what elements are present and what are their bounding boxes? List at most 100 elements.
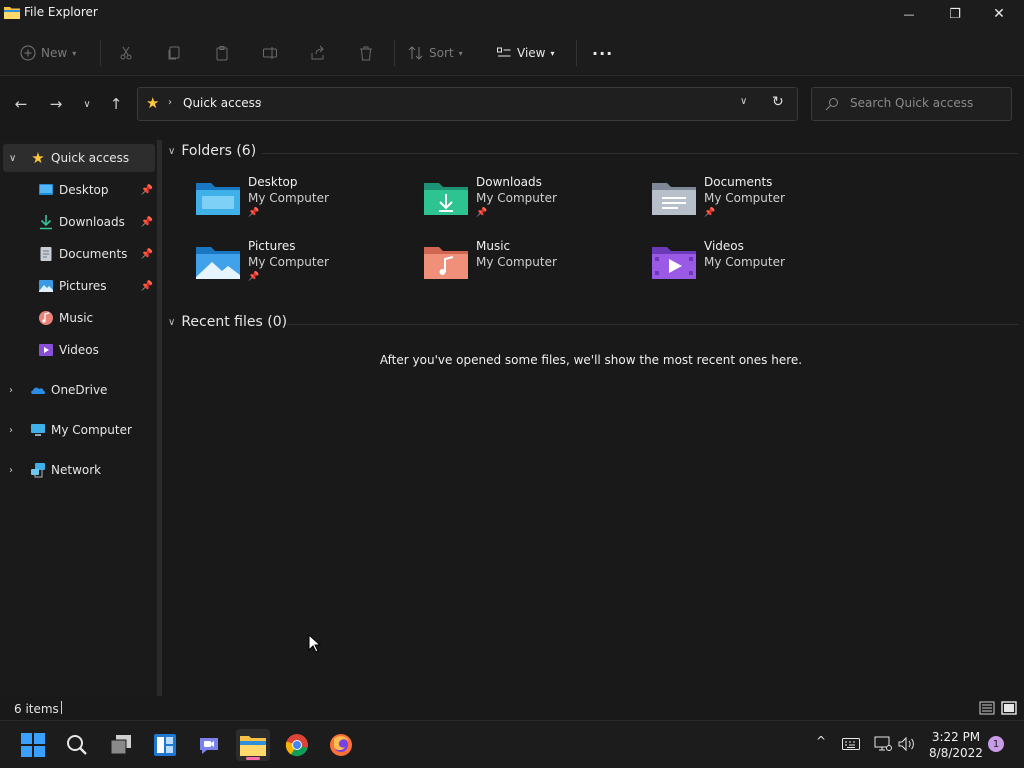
restore-button[interactable]: ❐ [932, 0, 978, 28]
toolbar-divider [100, 40, 101, 66]
breadcrumb-chevron-icon[interactable]: › [258, 97, 262, 108]
paste-button[interactable] [214, 40, 230, 66]
search-input[interactable] [850, 96, 1000, 110]
chevron-right-icon[interactable]: › [9, 465, 13, 476]
firefox-taskbar-button[interactable] [324, 729, 358, 761]
folder-tile-music[interactable]: Music My Computer [424, 239, 624, 295]
sidebar-item-downloads[interactable]: Downloads 📌 [3, 208, 155, 236]
sidebar-item-network[interactable]: › Network [3, 456, 155, 484]
clock[interactable]: 3:22 PM 8/8/2022 [924, 729, 988, 761]
chevron-right-icon[interactable]: › [9, 425, 13, 436]
search-box[interactable] [811, 87, 1012, 121]
sidebar-item-documents[interactable]: Documents 📌 [3, 240, 155, 268]
chrome-taskbar-button[interactable] [280, 729, 314, 761]
section-divider [287, 324, 1018, 325]
sidebar-item-onedrive[interactable]: › OneDrive [3, 376, 155, 404]
pin-icon: 📌 [248, 272, 260, 282]
search-icon [67, 735, 87, 755]
folder-tile-downloads[interactable]: Downloads My Computer 📌 [424, 175, 624, 231]
clock-time: 3:22 PM [931, 730, 981, 744]
windows-start-icon [21, 733, 45, 757]
more-options-button[interactable]: ··· [592, 40, 613, 66]
address-bar[interactable]: ★ › Quick access › ∨ ↻ [137, 87, 798, 121]
copy-button[interactable] [166, 40, 182, 66]
pin-icon: 📌 [248, 208, 260, 218]
view-button[interactable]: View ▾ [496, 40, 555, 66]
taskbar-search-button[interactable] [60, 729, 94, 761]
title-bar: File Explorer — ❐ ✕ [0, 0, 1024, 28]
network-status-icon[interactable] [874, 736, 892, 752]
show-hidden-icons-chevron-icon[interactable]: ^ [816, 734, 826, 748]
sidebar-item-label: Quick access [51, 151, 130, 165]
scissors-icon [120, 46, 132, 60]
minimize-button[interactable]: — [886, 0, 932, 28]
documents-folder-icon [652, 183, 696, 215]
sort-button-label: Sort [429, 46, 454, 60]
details-view-icon[interactable] [979, 701, 995, 715]
folder-location: My Computer [704, 255, 785, 269]
recent-locations-button[interactable]: ∨ [77, 94, 97, 114]
sidebar-item-music[interactable]: Music [3, 304, 155, 332]
delete-button[interactable] [358, 40, 374, 66]
notification-badge[interactable]: 1 [988, 736, 1004, 752]
folder-tile-desktop[interactable]: Desktop My Computer 📌 [196, 175, 396, 231]
toolbar-divider [394, 40, 395, 66]
folder-name: Documents [704, 175, 773, 189]
chevron-down-icon[interactable]: ∨ [9, 153, 16, 164]
new-button[interactable]: New ▾ [20, 40, 76, 66]
teams-chat-button[interactable] [192, 729, 226, 761]
pin-icon: 📌 [140, 184, 153, 196]
documents-icon [40, 247, 52, 261]
start-button[interactable] [16, 729, 50, 761]
chevron-right-icon[interactable]: › [9, 385, 13, 396]
folder-tile-videos[interactable]: Videos My Computer [652, 239, 852, 295]
status-divider [61, 701, 62, 714]
breadcrumb-quick-access[interactable]: Quick access [183, 96, 261, 110]
cut-button[interactable] [118, 40, 134, 66]
folder-location: My Computer [704, 191, 785, 205]
sidebar-item-label: Network [51, 463, 102, 477]
forward-button[interactable]: → [46, 94, 66, 114]
chevron-down-icon: ▾ [550, 48, 555, 58]
volume-icon[interactable] [898, 736, 916, 752]
music-icon [39, 311, 53, 325]
widgets-button[interactable] [148, 729, 182, 761]
file-explorer-taskbar-button[interactable] [236, 729, 270, 761]
rename-icon [263, 47, 277, 59]
back-button[interactable]: ← [11, 94, 31, 114]
chevron-down-icon: ▾ [458, 48, 463, 58]
share-button[interactable] [310, 40, 326, 66]
keyboard-icon[interactable] [842, 738, 860, 750]
pictures-icon [39, 280, 53, 292]
address-history-dropdown[interactable]: ∨ [740, 96, 747, 107]
network-icon [31, 463, 45, 478]
refresh-icon[interactable]: ↻ [772, 94, 784, 110]
folder-location: My Computer [476, 191, 557, 205]
sidebar-item-desktop[interactable]: Desktop 📌 [3, 176, 155, 204]
sidebar-item-videos[interactable]: Videos [3, 336, 155, 364]
close-button[interactable]: ✕ [976, 0, 1022, 28]
widgets-icon [154, 734, 176, 756]
arrow-left-icon: ← [14, 95, 28, 113]
sort-button[interactable]: Sort ▾ [408, 40, 463, 66]
window-title: File Explorer [24, 5, 98, 19]
trash-icon [360, 46, 372, 61]
share-icon [311, 45, 324, 60]
chevron-down-icon: ∨ [168, 316, 176, 328]
content-pane: ∨ Folders (6) Desktop My Computer 📌 Down… [162, 140, 1024, 696]
up-button[interactable]: ↑ [106, 94, 126, 114]
folder-tile-pictures[interactable]: Pictures My Computer 📌 [196, 239, 396, 295]
pin-icon: 📌 [476, 208, 488, 218]
large-icons-view-icon[interactable] [1001, 701, 1017, 715]
recent-files-section-header[interactable]: ∨ Recent files (0) [168, 314, 287, 330]
firefox-icon [330, 734, 352, 756]
sidebar-item-my-computer[interactable]: › My Computer [3, 416, 155, 444]
sidebar-item-quick-access[interactable]: ∨ ★ Quick access [3, 144, 155, 172]
sort-icon [408, 46, 423, 60]
sidebar-item-pictures[interactable]: Pictures 📌 [3, 272, 155, 300]
task-view-icon [110, 735, 131, 755]
folder-tile-documents[interactable]: Documents My Computer 📌 [652, 175, 852, 231]
rename-button[interactable] [262, 40, 278, 66]
task-view-button[interactable] [104, 729, 138, 761]
folders-section-header[interactable]: ∨ Folders (6) [168, 143, 256, 159]
